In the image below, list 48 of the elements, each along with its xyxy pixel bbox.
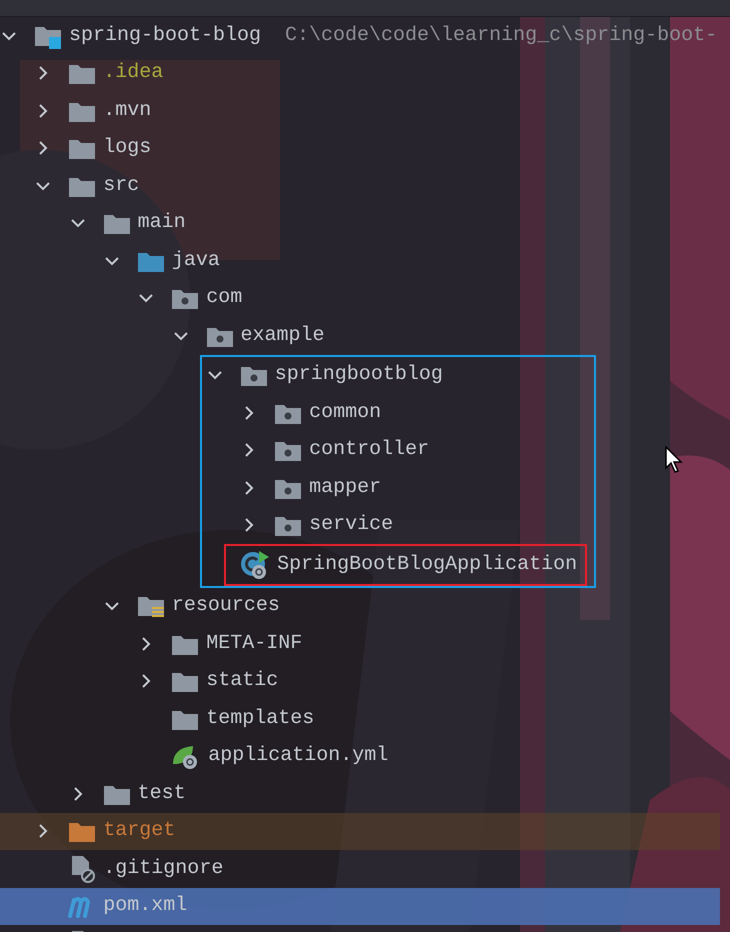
item-label: SpringBootBlogApplication	[277, 552, 578, 578]
tree-row[interactable]: common	[202, 394, 594, 432]
tree-row[interactable]: controller	[202, 432, 594, 469]
tree-row[interactable]: .mvn	[0, 92, 720, 130]
tree-row[interactable]: com	[0, 280, 720, 317]
item-label: .idea	[103, 60, 164, 86]
tree-row[interactable]: service	[202, 506, 594, 544]
item-label: src	[103, 172, 140, 199]
tree-row[interactable]: resources	[0, 588, 720, 625]
tree-row[interactable]: application.yml	[0, 738, 720, 775]
spring-class-icon	[240, 550, 270, 580]
item-label: java	[172, 248, 220, 274]
mouse-cursor-icon	[664, 446, 684, 474]
item-label: logs	[103, 135, 152, 162]
tree-row[interactable]: .idea	[0, 54, 720, 92]
tree-row[interactable]: mapper	[202, 469, 594, 506]
tree-row[interactable]: templates	[0, 700, 720, 738]
tree-row[interactable]: SpringBootBlogApplication	[226, 546, 585, 584]
tree-row[interactable]: example	[0, 317, 720, 354]
item-label: application.yml	[208, 743, 388, 770]
tree-row[interactable]: java	[0, 242, 720, 280]
item-label: springbootblog	[274, 362, 443, 388]
tree-row[interactable]: src	[0, 167, 720, 204]
item-label: static	[206, 668, 278, 694]
item-label: service	[309, 512, 394, 538]
item-label: example	[240, 322, 325, 349]
tree-row[interactable]: test	[0, 775, 720, 812]
tree-row[interactable]: META-INF	[0, 625, 720, 662]
item-label: common	[309, 400, 382, 426]
item-label: mapper	[309, 474, 382, 501]
item-label: controller	[309, 437, 430, 464]
tree-row[interactable]: logs	[0, 130, 720, 167]
item-label: pom.xml	[103, 893, 188, 920]
item-label: target	[103, 818, 176, 844]
item-label: spring-boot-blog	[69, 22, 262, 49]
tree-row[interactable]: .gitignore	[0, 850, 720, 888]
item-label: META-INF	[206, 630, 302, 657]
item-label: com	[206, 285, 242, 312]
item-label: .gitignore	[103, 856, 224, 882]
tree-row[interactable]: springbootblog	[202, 356, 594, 394]
tree-row[interactable]: target	[0, 812, 720, 850]
item-label: templates	[206, 706, 314, 732]
tree-row[interactable]: main	[0, 204, 720, 242]
item-label: test	[138, 780, 186, 807]
item-label: main	[138, 210, 186, 236]
item-label: .mvn	[103, 98, 152, 124]
tree-row[interactable]: static	[0, 662, 720, 700]
item-label: resources	[172, 593, 280, 620]
